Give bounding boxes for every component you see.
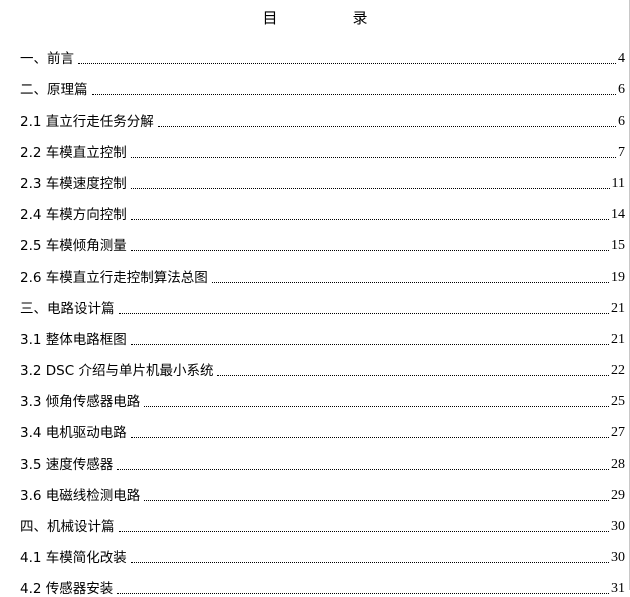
toc-leader-dots	[144, 406, 609, 408]
toc-entry[interactable]: 2.5 车模倾角测量 15	[20, 223, 625, 254]
toc-entry-page: 15	[611, 238, 625, 254]
toc-entry[interactable]: 4.1 车模简化改装 30	[20, 535, 625, 566]
toc-entry[interactable]: 3.2 DSC 介绍与单片机最小系统 22	[20, 348, 625, 379]
toc-entry[interactable]: 3.1 整体电路框图 21	[20, 317, 625, 348]
toc-leader-dots	[117, 468, 609, 470]
toc-entry-page: 29	[611, 487, 625, 503]
toc-entry-label: 2.1 直立行走任务分解	[20, 113, 154, 130]
toc-entry[interactable]: 4.2 传感器安装 31	[20, 566, 625, 597]
toc-entry-label: 3.1 整体电路框图	[20, 331, 127, 348]
toc-entry-label: 3.2 DSC 介绍与单片机最小系统	[20, 363, 214, 380]
toc-entry-page: 27	[611, 425, 625, 441]
toc-list: 一、前言 4 二、原理篇 6 2.1 直立行走任务分解 6 2.2 车模直立控制…	[20, 36, 625, 597]
toc-leader-dots	[217, 375, 609, 377]
toc-entry-label: 2.4 车模方向控制	[20, 207, 127, 224]
toc-entry-page: 19	[611, 269, 625, 285]
toc-leader-dots	[130, 343, 609, 345]
toc-leader-dots	[130, 219, 609, 221]
toc-entry[interactable]: 3.6 电磁线检测电路 29	[20, 473, 625, 504]
toc-entry-label: 3.3 倾角传感器电路	[20, 394, 141, 411]
toc-entry[interactable]: 三、电路设计篇 21	[20, 286, 625, 317]
toc-entry-page: 25	[611, 394, 625, 410]
toc-entry-label: 3.5 速度传感器	[20, 456, 114, 473]
toc-entry-page: 4	[618, 51, 625, 67]
toc-entry-page: 11	[611, 175, 625, 191]
toc-entry-label: 3.6 电磁线检测电路	[20, 487, 141, 504]
toc-entry-page: 30	[611, 519, 625, 534]
toc-entry[interactable]: 2.2 车模直立控制 7	[20, 130, 625, 161]
toc-entry-page: 31	[611, 581, 625, 597]
toc-entry[interactable]: 二、原理篇 6	[20, 67, 625, 98]
toc-leader-dots	[144, 499, 609, 501]
toc-entry[interactable]: 2.1 直立行走任务分解 6	[20, 98, 625, 130]
toc-leader-dots	[130, 250, 609, 252]
toc-entry-page: 14	[611, 207, 625, 223]
toc-leader-dots	[130, 156, 616, 158]
toc-entry[interactable]: 3.4 电机驱动电路 27	[20, 410, 625, 441]
toc-entry[interactable]: 一、前言 4	[20, 36, 625, 67]
toc-entry-page: 6	[618, 113, 625, 129]
toc-entry[interactable]: 2.3 车模速度控制 11	[20, 161, 625, 192]
toc-entry-page: 30	[611, 550, 625, 566]
toc-entry-page: 7	[618, 144, 625, 160]
toc-entry-label: 四、机械设计篇	[20, 519, 115, 535]
document-page: 目 录 一、前言 4 二、原理篇 6 2.1 直立行走任务分解 6 2.2 车模…	[0, 0, 630, 597]
toc-leader-dots	[130, 562, 609, 564]
toc-leader-dots	[130, 437, 609, 439]
toc-leader-dots	[211, 281, 609, 283]
toc-entry[interactable]: 3.5 速度传感器 28	[20, 441, 625, 473]
toc-entry-label: 2.5 车模倾角测量	[20, 238, 127, 255]
toc-entry-label: 三、电路设计篇	[20, 300, 115, 317]
toc-leader-dots	[157, 125, 616, 127]
toc-leader-dots	[117, 593, 609, 595]
toc-entry-page: 28	[611, 456, 625, 472]
toc-entry[interactable]: 2.4 车模方向控制 14	[20, 192, 625, 223]
toc-entry-page: 21	[611, 331, 625, 347]
toc-entry[interactable]: 四、机械设计篇 30	[20, 504, 625, 535]
toc-entry[interactable]: 2.6 车模直立行走控制算法总图 19	[20, 254, 625, 286]
toc-entry-page: 6	[618, 82, 625, 98]
toc-leader-dots	[118, 531, 609, 532]
toc-title: 目 录	[262, 9, 398, 27]
toc-entry-label: 二、原理篇	[20, 82, 88, 99]
toc-entry-label: 4.2 传感器安装	[20, 581, 114, 597]
toc-entry-page: 21	[611, 300, 625, 316]
toc-leader-dots	[130, 187, 610, 189]
toc-entry-label: 2.3 车模速度控制	[20, 175, 127, 192]
toc-entry-label: 3.4 电机驱动电路	[20, 425, 127, 442]
toc-entry-label: 2.2 车模直立控制	[20, 144, 127, 161]
toc-entry-label: 4.1 车模简化改装	[20, 550, 127, 567]
toc-entry-page: 22	[611, 363, 625, 379]
toc-leader-dots	[118, 312, 609, 314]
toc-entry[interactable]: 3.3 倾角传感器电路 25	[20, 379, 625, 410]
toc-leader-dots	[91, 94, 616, 96]
toc-leader-dots	[78, 63, 616, 65]
toc-entry-label: 2.6 车模直立行走控制算法总图	[20, 269, 208, 286]
toc-entry-label: 一、前言	[20, 51, 74, 68]
